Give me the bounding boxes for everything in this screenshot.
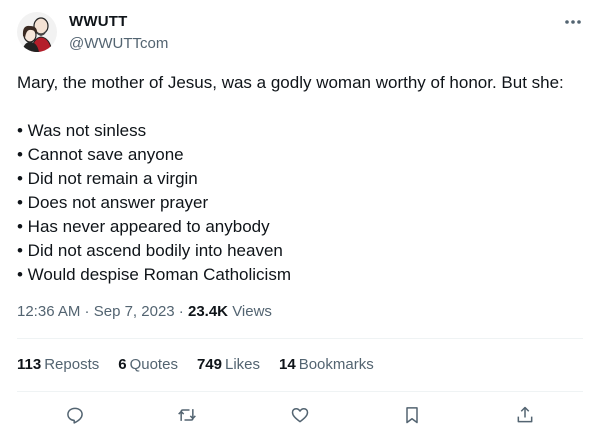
tweet-bullet: • Did not remain a virgin [17, 169, 198, 188]
caricature-avatar-icon [17, 12, 57, 52]
stat-count: 14 [279, 356, 296, 373]
stat-quotes[interactable]: 6 Quotes [118, 356, 178, 373]
like-icon [291, 408, 309, 423]
tweet-bullet: • Was not sinless [17, 121, 147, 140]
like-button[interactable] [287, 402, 313, 428]
stat-reposts[interactable]: 113 Reposts [17, 356, 99, 373]
repost-button[interactable] [174, 402, 200, 428]
bookmark-button[interactable] [399, 402, 425, 428]
user-handle[interactable]: @WWUTTcom [69, 35, 168, 52]
reply-button[interactable] [62, 402, 88, 428]
display-name[interactable]: WWUTT [69, 13, 127, 30]
tweet-bullet: • Has never appeared to anybody [17, 217, 270, 236]
share-button[interactable] [512, 402, 538, 428]
stat-label: Bookmarks [298, 356, 374, 373]
divider [17, 338, 583, 339]
tweet-bullet: • Did not ascend bodily into heaven [17, 241, 283, 260]
avatar[interactable] [17, 12, 57, 52]
views-count: 23.4K [187, 303, 229, 320]
repost-icon [178, 409, 196, 421]
tweet-card: WWUTT @WWUTTcom Mary, the mother of Jesu… [0, 0, 598, 439]
stat-count: 749 [196, 356, 222, 373]
tweet-date[interactable]: Sep 7, 2023 [94, 303, 175, 320]
bookmark-icon [406, 407, 418, 424]
tweet-text: Mary, the mother of Jesus, was a godly w… [17, 71, 587, 287]
meta-separator: · [80, 303, 94, 320]
reply-icon [67, 407, 83, 424]
tweet-time[interactable]: 12:36 AM [17, 303, 80, 320]
stat-count: 113 [17, 356, 42, 373]
stat-label: Quotes [129, 356, 178, 373]
tweet-meta: 12:36 AM · Sep 7, 2023 · 23.4K Views [17, 303, 272, 320]
meta-separator: · [174, 303, 188, 320]
stat-count: 6 [118, 356, 127, 373]
more-dots-icon [565, 20, 581, 24]
tweet-intro: Mary, the mother of Jesus, was a godly w… [17, 73, 564, 92]
tweet-bullet: • Would despise Roman Catholicism [17, 265, 291, 284]
divider [17, 391, 583, 392]
tweet-bullet: • Cannot save anyone [17, 145, 184, 164]
views-label: Views [232, 303, 272, 320]
stat-label: Reposts [44, 356, 100, 373]
tweet-bullet: • Does not answer prayer [17, 193, 209, 212]
stat-label: Likes [224, 356, 261, 373]
share-icon [517, 406, 533, 423]
more-options-button[interactable] [560, 12, 586, 32]
stat-bookmarks[interactable]: 14 Bookmarks [279, 356, 374, 373]
stat-likes[interactable]: 749 Likes [197, 356, 260, 373]
engagement-stats: 113 Reposts 6 Quotes 749 Likes 14 Bookmarks [17, 356, 393, 373]
